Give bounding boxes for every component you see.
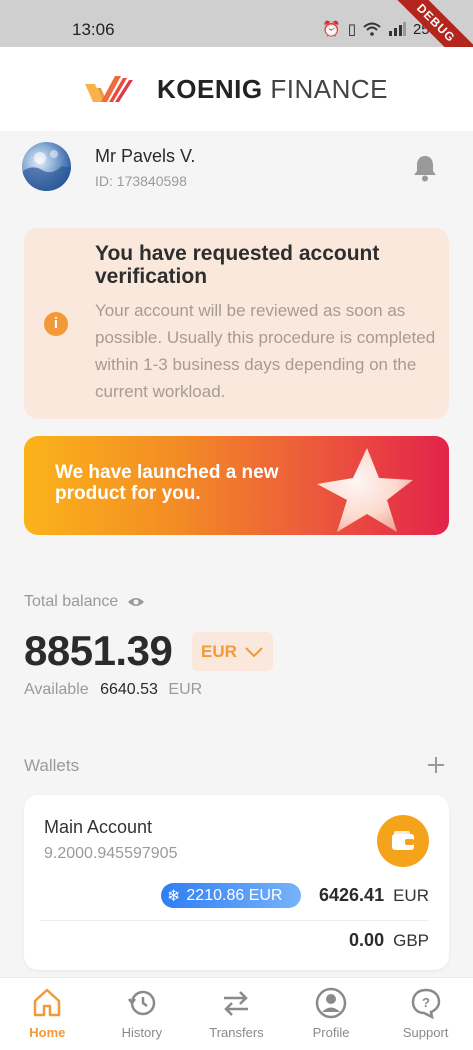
available-value: 6640.53 — [100, 681, 158, 698]
user-name: Mr Pavels V. — [95, 146, 196, 166]
balance-amount: 0.00 — [349, 930, 385, 950]
wallets-label: Wallets — [24, 756, 80, 775]
bell-icon — [414, 156, 436, 182]
balance-currency: GBP — [393, 931, 429, 950]
brand-name: KOENIG FINANCE — [157, 74, 388, 105]
account-number: 9.2000.945597905 — [44, 845, 178, 862]
nav-transfers[interactable]: Transfers — [189, 978, 284, 1050]
balance-row-eur: 6426.41 EUR — [319, 885, 429, 906]
app-header: KOENIG FINANCE — [0, 47, 473, 131]
star-icon — [317, 448, 413, 532]
brand-light: FINANCE — [270, 73, 388, 104]
user-header: Mr Pavels V. ID: 173840598 — [22, 142, 452, 194]
nav-label: Support — [402, 1025, 449, 1040]
nav-home[interactable]: Home — [0, 978, 95, 1050]
total-balance-text: Total balance — [24, 593, 119, 610]
profile-icon — [315, 987, 347, 1019]
user-id: ID: 173840598 — [95, 173, 187, 189]
wallet-icon — [392, 831, 414, 850]
alarm-icon: ⏰ — [322, 21, 341, 38]
support-icon: ? — [411, 988, 440, 1019]
nav-label: Transfers — [209, 1025, 264, 1040]
nav-history[interactable]: History — [95, 978, 190, 1050]
nav-profile[interactable]: Profile — [284, 978, 379, 1050]
available-currency: EUR — [168, 681, 203, 698]
info-icon: i — [44, 312, 68, 336]
total-balance-amount: 8851.39 — [24, 627, 173, 674]
status-bar: 13:06 ⏰ ▯ 25% DEBUG — [0, 0, 473, 84]
available-balance: Available 6640.53 EUR — [24, 681, 202, 699]
wallet-card[interactable]: Main Account 9.2000.945597905 ❄ 2210.86 … — [24, 795, 449, 970]
promo-text: We have launched a new product for you. — [55, 462, 279, 504]
account-name: Main Account — [44, 817, 153, 837]
bottom-navigation: Home History Transfers Profile ? Support — [0, 977, 473, 1050]
verification-notice: i You have requested account verificatio… — [24, 228, 449, 419]
balance-amount: 6426.41 — [319, 885, 385, 905]
brand-bold: KOENIG — [157, 73, 263, 104]
nav-label: Home — [29, 1025, 66, 1040]
plus-icon — [428, 757, 444, 773]
add-wallet-button[interactable] — [427, 755, 445, 775]
status-time: 13:06 — [72, 20, 115, 39]
notifications-button[interactable] — [412, 154, 438, 187]
history-icon — [127, 990, 156, 1016]
vibrate-icon: ▯ — [347, 21, 356, 38]
currency-value: EUR — [201, 641, 237, 661]
chevron-down-icon — [245, 646, 263, 657]
transfer-icon — [224, 991, 249, 1016]
home-icon — [34, 988, 61, 1017]
wallet-button[interactable] — [377, 815, 429, 867]
balance-row-gbp: 0.00 GBP — [349, 930, 429, 951]
svg-text:?: ? — [422, 995, 430, 1010]
currency-selector[interactable]: EUR — [192, 632, 273, 671]
wifi-icon — [363, 22, 381, 36]
balance-currency: EUR — [393, 886, 429, 905]
promo-banner[interactable]: We have launched a new product for you. — [24, 436, 449, 535]
divider — [40, 920, 429, 921]
verification-text: Your account will be reviewed as soon as… — [95, 301, 436, 401]
signal-icon — [388, 22, 406, 36]
nav-label: Profile — [312, 1025, 350, 1040]
frozen-balance-badge: ❄ 2210.86 EUR — [161, 883, 301, 908]
logo-icon — [85, 76, 134, 102]
verification-title: You have requested account verification — [95, 242, 380, 288]
avatar-image — [22, 150, 71, 191]
nav-label: History — [121, 1025, 163, 1040]
avatar[interactable] — [22, 142, 71, 191]
frozen-amount: 2210.86 EUR — [186, 886, 283, 904]
total-balance-label: Total balance — [24, 593, 145, 611]
nav-support[interactable]: ? Support — [378, 978, 473, 1050]
eye-icon[interactable] — [128, 596, 145, 608]
snowflake-icon: ❄ — [167, 887, 181, 905]
available-label: Available — [24, 681, 89, 698]
